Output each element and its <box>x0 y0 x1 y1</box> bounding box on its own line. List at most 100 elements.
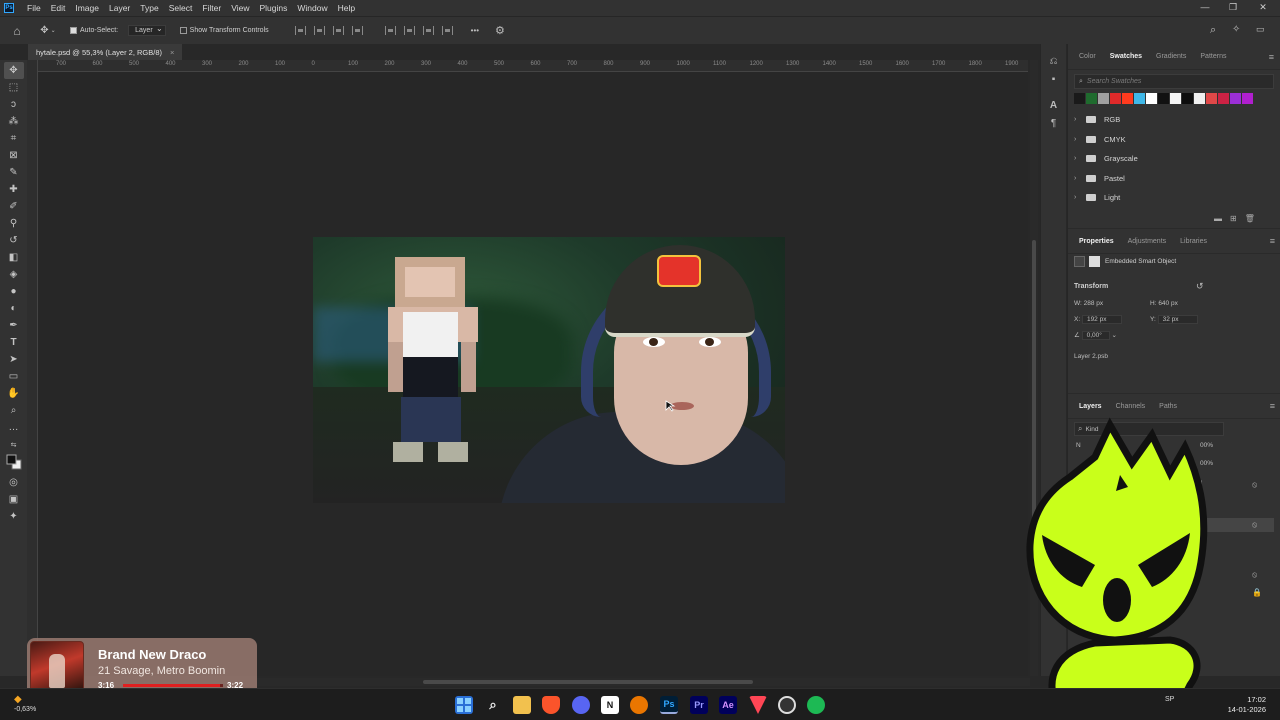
tab-layers[interactable]: Layers <box>1072 403 1109 410</box>
discover-icon[interactable]: ✧ <box>1232 24 1240 35</box>
menu-file[interactable]: File <box>22 3 46 13</box>
new-group-icon[interactable]: ▬ <box>1214 214 1230 223</box>
more-options-button[interactable]: ••• <box>471 26 479 35</box>
system-clock[interactable]: 17:02 14-01-2026 <box>1228 695 1266 715</box>
quick-mask-icon[interactable]: ◎ <box>4 474 24 491</box>
canvas-area[interactable] <box>38 72 1028 676</box>
restore-button[interactable]: ❐ <box>1218 0 1248 16</box>
tab-channels[interactable]: Channels <box>1109 403 1153 410</box>
chevron-right-icon[interactable]: › <box>1074 175 1082 182</box>
lasso-tool-icon[interactable]: ↄ <box>4 96 24 113</box>
color-swatch[interactable] <box>1134 93 1145 104</box>
type-tool-icon[interactable]: T <box>4 334 24 351</box>
eraser-tool-icon[interactable]: ◧ <box>4 249 24 266</box>
healing-brush-tool-icon[interactable]: ✚ <box>4 181 24 198</box>
layer-link-icon[interactable]: ⦸ <box>1252 480 1257 490</box>
home-icon[interactable]: ⌂ <box>0 24 34 38</box>
layer-link-icon[interactable]: ⦸ <box>1252 520 1257 530</box>
search-swatches-input[interactable]: ⌕ Search Swatches <box>1074 74 1274 89</box>
color-swatch[interactable] <box>1146 93 1157 104</box>
spotify-icon[interactable] <box>807 696 825 714</box>
layer-link-icon[interactable]: ⦸ <box>1252 570 1257 580</box>
stock-widget[interactable]: ◆ -0,63% <box>14 695 36 714</box>
history-panel-icon[interactable]: ⎌ <box>1050 56 1058 74</box>
menu-help[interactable]: Help <box>333 3 360 13</box>
y-field[interactable]: Y: 32 px <box>1150 315 1198 324</box>
width-field[interactable]: W: 288 px <box>1074 300 1103 307</box>
align-top-icon[interactable] <box>384 26 396 35</box>
swatch-folder-light[interactable]: › Light <box>1068 188 1280 208</box>
close-window-button[interactable]: ✕ <box>1248 0 1278 16</box>
reset-transform-icon[interactable]: ↺ <box>1196 281 1204 292</box>
crop-tool-icon[interactable]: ⌗ <box>4 130 24 147</box>
paragraph-panel-icon[interactable]: ¶ <box>1051 118 1056 136</box>
close-document-icon[interactable]: × <box>170 48 174 57</box>
new-swatch-icon[interactable]: ⊞ <box>1230 214 1245 223</box>
brave-icon[interactable] <box>542 696 560 714</box>
angle-field[interactable]: ∠ 0,00° ⌄ <box>1074 331 1117 340</box>
move-tool-icon[interactable]: ✥ <box>3 62 24 79</box>
color-swatch[interactable] <box>1230 93 1241 104</box>
menu-edit[interactable]: Edit <box>46 3 71 13</box>
photoshop-icon[interactable]: Ps <box>660 696 678 714</box>
file-explorer-icon[interactable] <box>513 696 531 714</box>
blender-icon[interactable] <box>630 696 648 714</box>
menu-filter[interactable]: Filter <box>197 3 226 13</box>
after-effects-icon[interactable]: Ae <box>719 696 737 714</box>
tab-libraries[interactable]: Libraries <box>1173 238 1214 245</box>
premiere-icon[interactable]: Pr <box>690 696 708 714</box>
marquee-tool-icon[interactable]: ⬚ <box>4 79 24 96</box>
document-image[interactable] <box>313 237 785 503</box>
color-swatch[interactable] <box>1074 93 1085 104</box>
more-tools-icon[interactable]: … <box>4 419 24 436</box>
x-field[interactable]: X: 192 px <box>1074 315 1122 324</box>
move-tool-preset-icon[interactable]: ✥ ⌄ <box>34 25 62 36</box>
menu-image[interactable]: Image <box>70 3 104 13</box>
color-swatch[interactable] <box>1170 93 1181 104</box>
minimize-button[interactable]: — <box>1190 0 1220 16</box>
panel-menu-icon[interactable]: ≡ <box>1269 52 1274 62</box>
color-swatch[interactable] <box>1122 93 1133 104</box>
chevron-right-icon[interactable]: › <box>1074 155 1082 162</box>
menu-window[interactable]: Window <box>292 3 332 13</box>
align-left-icon[interactable] <box>294 26 306 35</box>
windows-start-icon[interactable] <box>455 696 473 714</box>
comments-panel-icon[interactable]: ▪ <box>1052 74 1056 92</box>
hand-tool-icon[interactable]: ✋ <box>4 385 24 402</box>
tab-gradients[interactable]: Gradients <box>1149 53 1193 60</box>
align-bottom-icon[interactable] <box>422 26 434 35</box>
menu-view[interactable]: View <box>226 3 254 13</box>
distribute-vertical-icon[interactable] <box>441 26 453 35</box>
dodge-tool-icon[interactable]: ◐ <box>4 300 24 317</box>
valorant-icon[interactable] <box>749 696 767 714</box>
align-right-icon[interactable] <box>332 26 344 35</box>
color-swatch[interactable] <box>1182 93 1193 104</box>
y-value[interactable]: 32 px <box>1157 315 1198 324</box>
color-swatch[interactable] <box>1158 93 1169 104</box>
align-center-icon[interactable] <box>313 26 325 35</box>
document-tab[interactable]: hytale.psd @ 55,3% (Layer 2, RGB/8) × <box>28 44 183 60</box>
swap-colors-icon[interactable]: ⇆ <box>4 436 24 453</box>
magic-wand-tool-icon[interactable]: ⁂ <box>4 113 24 130</box>
menu-layer[interactable]: Layer <box>104 3 135 13</box>
pen-tool-icon[interactable]: ✒ <box>4 317 24 334</box>
panel-menu-icon[interactable]: ≡ <box>1270 236 1275 246</box>
color-swatch[interactable] <box>1086 93 1097 104</box>
foreground-background-color-icon[interactable] <box>4 453 24 470</box>
distribute-icon[interactable] <box>351 26 363 35</box>
search-icon[interactable]: ⌕ <box>484 696 502 714</box>
zoom-tool-icon[interactable]: ⌕ <box>4 402 24 419</box>
delete-swatch-icon[interactable]: 🗑 <box>1245 214 1263 223</box>
tab-color[interactable]: Color <box>1072 53 1103 60</box>
tab-patterns[interactable]: Patterns <box>1193 53 1233 60</box>
chevron-right-icon[interactable]: › <box>1074 136 1082 143</box>
chrome-icon[interactable] <box>778 696 796 714</box>
tab-adjustments[interactable]: Adjustments <box>1121 238 1174 245</box>
auto-select-target-dropdown[interactable]: Layer <box>128 24 166 36</box>
color-swatch[interactable] <box>1194 93 1205 104</box>
rectangle-tool-icon[interactable]: ▭ <box>4 368 24 385</box>
path-selection-tool-icon[interactable]: ➤ <box>4 351 24 368</box>
search-icon[interactable]: ⌕ <box>1210 24 1216 37</box>
x-value[interactable]: 192 px <box>1081 315 1122 324</box>
discord-icon[interactable] <box>572 696 590 714</box>
